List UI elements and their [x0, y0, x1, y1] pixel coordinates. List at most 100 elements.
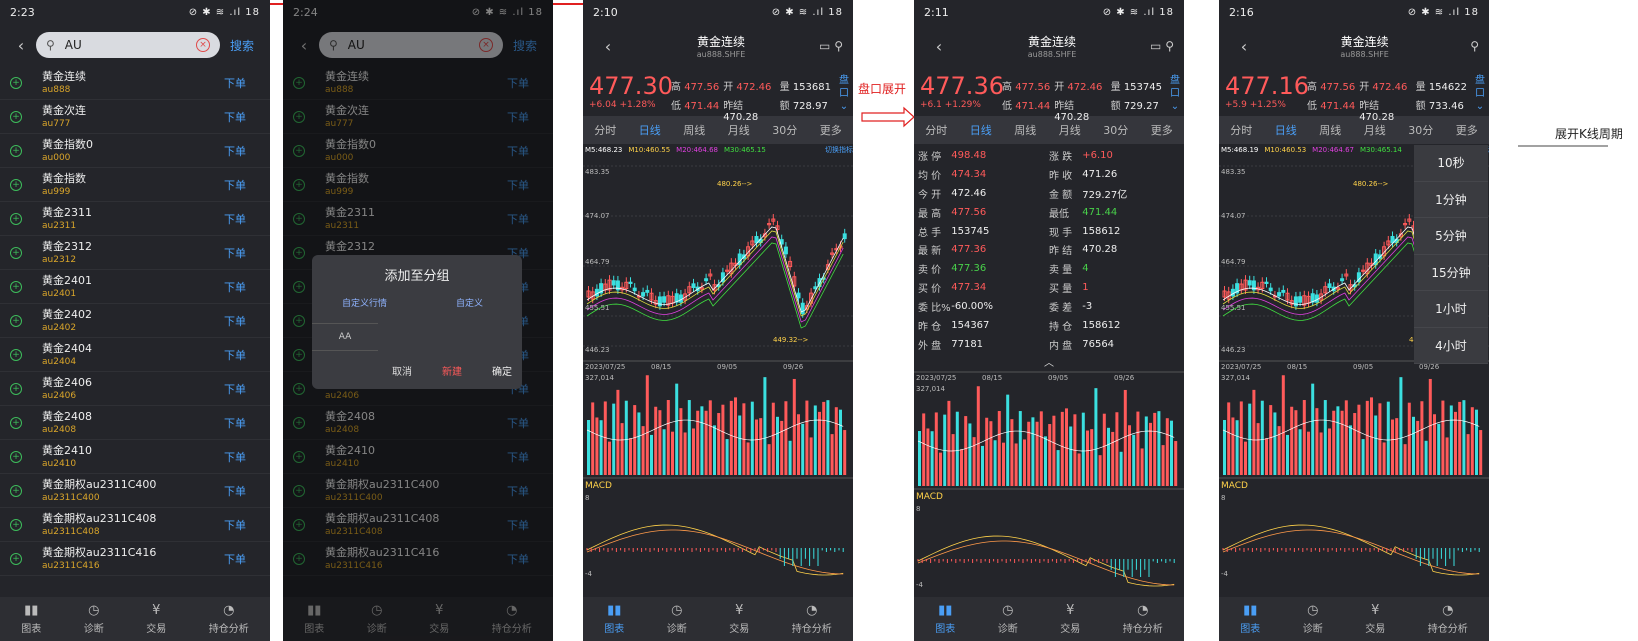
switch-indicator-button[interactable]: 切换指标 — [825, 145, 853, 155]
back-icon[interactable]: ‹ — [6, 36, 36, 55]
period-option[interactable]: 10秒 — [1414, 145, 1488, 182]
add-plus-icon[interactable]: + — [10, 314, 22, 327]
position-tab[interactable]: ◔ 持仓分析 — [1428, 603, 1468, 635]
add-plus-icon[interactable]: + — [10, 212, 22, 225]
add-plus-icon[interactable]: + — [10, 348, 22, 361]
order-button[interactable]: 下单 — [224, 517, 270, 533]
list-item[interactable]: + 黄金期权au2311C408 au2311C408 下单 — [0, 508, 270, 542]
search-icon[interactable]: ⚲ — [1470, 39, 1479, 53]
position-tab[interactable]: ◔ 持仓分析 — [209, 603, 249, 635]
add-plus-icon[interactable]: + — [10, 144, 22, 157]
add-plus-icon[interactable]: + — [10, 382, 22, 395]
trade-tab[interactable]: ¥ 交易 — [1365, 603, 1385, 635]
period-tab[interactable]: 分时 — [925, 122, 947, 138]
add-plus-icon[interactable]: + — [10, 518, 22, 531]
list-item[interactable]: +黄金2404au2404下单 — [0, 338, 270, 372]
period-tab[interactable]: 更多 — [1456, 122, 1478, 138]
depth-toggle[interactable]: 盘口 ⌄ — [1474, 74, 1486, 113]
list-item[interactable]: +黄金2406au2406下单 — [0, 372, 270, 406]
order-button[interactable]: 下单 — [224, 75, 270, 91]
diagnosis-tab[interactable]: ◷ 诊断 — [1303, 603, 1323, 635]
confirm-button[interactable]: 确定 — [492, 363, 512, 378]
group-column-custom-quotes[interactable]: 自定义行情 — [312, 296, 417, 309]
chart-tab[interactable]: ▮▮ 图表 — [1240, 603, 1260, 635]
period-tab[interactable]: 30分 — [772, 122, 797, 138]
trade-tab[interactable]: ¥ 交易 — [729, 603, 749, 635]
list-item[interactable]: + 黄金指数0 au000 下单 — [0, 134, 270, 168]
period-tab[interactable]: 更多 — [820, 122, 842, 138]
add-plus-icon[interactable]: + — [10, 110, 22, 123]
position-tab[interactable]: ◔ 持仓分析 — [792, 603, 832, 635]
list-item[interactable]: + 黄金2408 au2408 下单 — [0, 406, 270, 440]
period-tab[interactable]: 30分 — [1103, 122, 1128, 138]
period-tab[interactable]: 日线 — [1275, 122, 1297, 138]
search-icon[interactable]: ⚲ — [834, 39, 843, 53]
search-icon[interactable]: ⚲ — [1165, 39, 1174, 53]
period-tab[interactable]: 周线 — [683, 122, 705, 138]
diagnosis-tab[interactable]: ◷ 诊断 — [667, 603, 687, 635]
order-button[interactable]: 下单 — [224, 279, 270, 295]
period-tab[interactable]: 更多 — [1151, 122, 1173, 138]
period-tab[interactable]: 月线 — [1364, 122, 1386, 138]
add-plus-icon[interactable]: + — [10, 246, 22, 259]
diagnosis-tab[interactable]: ◷ 诊断 — [84, 603, 104, 635]
period-option[interactable]: 5分钟 — [1414, 218, 1488, 255]
trade-tab[interactable]: ¥ 交易 — [146, 603, 166, 635]
period-option[interactable]: 4小时 — [1414, 328, 1488, 364]
period-tab[interactable]: 30分 — [1408, 122, 1433, 138]
add-plus-icon[interactable]: + — [10, 76, 22, 89]
period-tab[interactable]: 日线 — [970, 122, 992, 138]
list-item[interactable]: + 黄金2410 au2410 下单 — [0, 440, 270, 474]
order-button[interactable]: 下单 — [224, 109, 270, 125]
list-item[interactable]: + 黄金指数 au999 下单 — [0, 168, 270, 202]
chart-tab[interactable]: ▮▮ 图表 — [21, 603, 41, 635]
monitor-icon[interactable]: ▭ — [1150, 39, 1165, 53]
list-item[interactable]: + 黄金连续 au888 下单 — [0, 66, 270, 100]
position-tab[interactable]: ◔ 持仓分析 — [1123, 603, 1163, 635]
order-button[interactable]: 下单 — [224, 483, 270, 499]
depth-toggle[interactable]: 盘口 ⌄ — [838, 74, 850, 113]
period-tab[interactable]: 周线 — [1014, 122, 1036, 138]
order-button[interactable]: 下单 — [224, 449, 270, 465]
kline-chart[interactable]: 483.35 474.07 464.79 455.51 446.23 480.26--> 4… — [583, 156, 853, 356]
order-button[interactable]: 下单 — [224, 245, 270, 261]
diagnosis-tab[interactable]: ◷ 诊断 — [998, 603, 1018, 635]
order-button[interactable]: 下单 — [224, 143, 270, 159]
list-item[interactable]: + 黄金期权au2311C400 au2311C400 下单 — [0, 474, 270, 508]
chart-tab[interactable]: ▮▮ 图表 — [604, 603, 624, 635]
period-tab[interactable]: 月线 — [1059, 122, 1081, 138]
period-option[interactable]: 1小时 — [1414, 291, 1488, 328]
volume-macd-chart[interactable]: 2023/07/25 08/15 09/05 09/26 327,014 MACD 8 -4 — [1219, 360, 1489, 580]
order-button[interactable]: 下单 — [224, 551, 270, 567]
period-tab[interactable]: 月线 — [728, 122, 750, 138]
list-item[interactable]: + 黄金次连 au777 下单 — [0, 100, 270, 134]
new-group-button[interactable]: 新建 — [442, 363, 462, 378]
back-icon[interactable]: ‹ — [924, 37, 954, 56]
period-option[interactable]: 1分钟 — [1414, 182, 1488, 218]
list-item[interactable]: + 黄金2311 au2311 下单 — [0, 202, 270, 236]
add-plus-icon[interactable]: + — [10, 280, 22, 293]
order-button[interactable]: 下单 — [224, 415, 270, 431]
clear-icon[interactable]: × — [196, 38, 210, 52]
chart-tab[interactable]: ▮▮ 图表 — [935, 603, 955, 635]
depth-toggle[interactable]: 盘口 ⌄ — [1169, 74, 1181, 113]
monitor-icon[interactable]: ▭ — [819, 39, 834, 53]
list-item[interactable]: +黄金2312au2312下单 — [0, 236, 270, 270]
period-tab[interactable]: 周线 — [1319, 122, 1341, 138]
search-button[interactable]: 搜索 — [220, 37, 264, 54]
back-icon[interactable]: ‹ — [593, 37, 623, 56]
cancel-button[interactable]: 取消 — [392, 363, 412, 378]
add-plus-icon[interactable]: + — [10, 416, 22, 429]
search-input[interactable]: ⚲ AU × — [36, 32, 220, 58]
order-button[interactable]: 下单 — [224, 211, 270, 227]
add-plus-icon[interactable]: + — [10, 484, 22, 497]
order-button[interactable]: 下单 — [224, 313, 270, 329]
period-option[interactable]: 15分钟 — [1414, 255, 1488, 291]
collapse-chevron-icon[interactable]: ︿ — [918, 354, 1180, 369]
volume-macd-chart[interactable]: 2023/07/25 08/15 09/05 09/26 327,014 MACD 8 -4 — [914, 371, 1184, 591]
order-button[interactable]: 下单 — [224, 347, 270, 363]
period-tab[interactable]: 日线 — [639, 122, 661, 138]
group-column-custom[interactable]: 自定义 — [417, 296, 522, 309]
trade-tab[interactable]: ¥ 交易 — [1060, 603, 1080, 635]
period-tab[interactable]: 分时 — [594, 122, 616, 138]
